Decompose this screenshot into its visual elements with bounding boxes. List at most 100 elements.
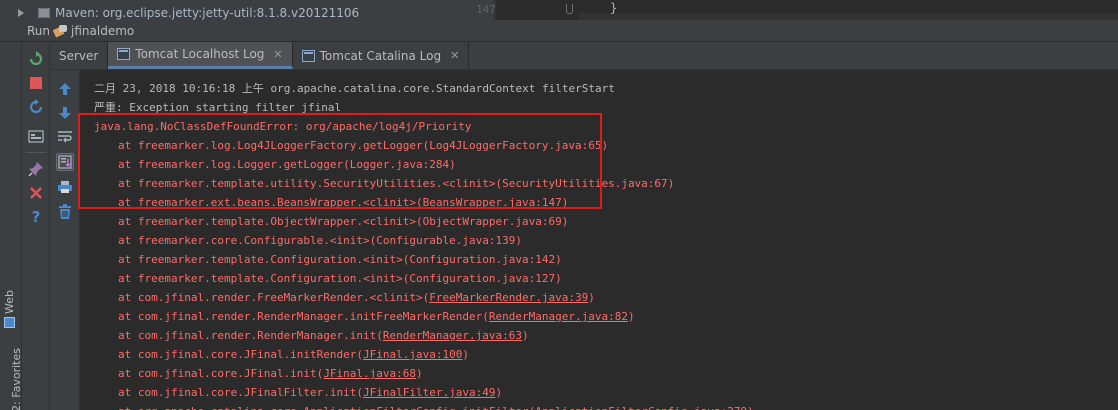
console-line: at freemarker.template.Configuration.<in… [94,269,754,288]
console-line: at freemarker.core.Configurable.<init>(C… [94,231,754,250]
stack-frame-text: at com.jfinal.render.FreeMarkerRender.<c… [118,291,430,304]
previous-occurrence-button[interactable] [56,80,74,98]
run-title-bar: Run jfinaldemo [0,20,1118,42]
console-line: at com.jfinal.core.JFinal.initRender(JFi… [94,345,754,364]
left-tool-stripe: Web 2: Favorites [0,42,23,410]
stack-frame-suffix: ) [561,215,569,228]
help-button[interactable]: ? [27,208,45,226]
source-link[interactable]: RenderManager.java:82 [489,310,628,323]
stack-frame-suffix: ) [555,272,562,285]
source-link[interactable]: BeansWrapper.java:147 [423,196,562,209]
run-config-icon [52,24,68,38]
source-link[interactable]: Configuration.java:142 [409,253,555,266]
source-link[interactable]: Configuration.java:127 [409,272,555,285]
stack-frame-suffix: ) [521,329,529,342]
tab-label: Tomcat Catalina Log [319,48,442,63]
source-link[interactable]: JFinal.java:100 [363,348,462,361]
stack-frame-suffix: ) [627,310,635,323]
stack-frame-suffix: ) [588,291,595,304]
log-file-icon [301,49,315,62]
source-link[interactable]: RenderManager.java:63 [383,329,522,342]
tree-item-label: Maven: org.eclipse.jetty:jetty-util:8.1.… [55,6,360,20]
stack-frame-text: at com.jfinal.core.JFinal.initRender( [118,348,364,361]
stack-frame-text: at freemarker.log.Log4JLoggerFactory.get… [118,139,430,152]
stack-frame-text: at freemarker.log.Logger.getLogger( [118,158,350,171]
trash-icon [59,204,71,219]
expand-arrow-icon[interactable] [18,9,24,17]
console-line: at freemarker.log.Log4JLoggerFactory.get… [94,136,754,155]
stack-frame-text: at com.jfinal.render.RenderManager.initF… [118,310,489,323]
down-arrow-icon [59,107,71,119]
stack-frame-text: at com.jfinal.core.JFinalFilter.init( [118,386,364,399]
clear-all-button[interactable] [56,203,74,221]
source-link[interactable]: JFinalFilter.java:49 [363,386,495,399]
tab-close-icon[interactable]: ✕ [450,49,459,62]
deploy-icon [28,130,44,143]
tab-tomcat-localhost-log[interactable]: Tomcat Localhost Log ✕ [108,42,293,69]
tool-tab-favorites-label: 2: Favorites [9,348,23,410]
toolbar-separator [26,152,46,153]
stack-frame-suffix: ) [462,348,470,361]
console-line: at freemarker.template.utility.SecurityU… [94,174,754,193]
console-line: at freemarker.ext.beans.BeansWrapper.<cl… [94,193,754,212]
log-file-icon [117,48,131,60]
close-button[interactable] [27,184,45,202]
source-link[interactable]: FreeMarkerRender.java:39 [429,291,588,304]
close-icon [30,187,42,199]
stack-frame-text: at freemarker.template.utility.SecurityU… [118,177,503,190]
tree-row[interactable]: Maven: org.eclipse.jetty:jetty-util:8.1.… [18,6,359,20]
stack-frame-suffix: ) [449,158,456,171]
source-link[interactable]: Logger.java:284 [350,158,449,171]
tab-tomcat-catalina-log[interactable]: Tomcat Catalina Log ✕ [293,42,470,69]
deploy-button[interactable] [27,128,45,146]
tool-tab-web[interactable]: Web [3,290,16,328]
console-line: at com.jfinal.core.JFinalFilter.init(JFi… [94,383,754,402]
pin-tab-button[interactable] [27,160,45,178]
stack-frame-text: at freemarker.ext.beans.BeansWrapper.<cl… [118,196,423,209]
update-icon [29,99,43,114]
console-output[interactable]: 二月 23, 2018 10:16:18 上午 org.apache.catal… [80,70,1118,410]
print-icon [58,181,72,193]
console-line: at freemarker.log.Logger.getLogger(Logge… [94,155,754,174]
update-button[interactable] [27,98,45,116]
tab-label: Tomcat Localhost Log [135,47,265,61]
run-toolbar: ? [22,42,50,410]
stack-frame-suffix: ) [555,253,562,266]
tab-strip: Server Tomcat Localhost Log ✕ Tomcat Cat… [50,42,1118,70]
fold-marker-icon[interactable] [566,4,573,14]
stack-frame-text: at com.jfinal.render.RenderManager.init( [118,329,383,342]
up-arrow-icon [59,83,71,95]
console-line-text: 二月 23, 2018 10:16:18 上午 org.apache.catal… [94,82,615,95]
source-link[interactable]: Log4JLoggerFactory.java:65 [429,139,601,152]
tool-tab-web-label: Web [3,290,16,314]
stack-frame-text: at freemarker.template.Configuration.<in… [118,253,410,266]
rerun-icon [29,51,43,66]
tab-close-icon[interactable]: ✕ [273,48,282,61]
stack-frame-suffix: ) [561,196,569,209]
console-line: at com.jfinal.core.JFinal.init(JFinal.ja… [94,364,754,383]
source-link[interactable]: ApplicationFilterConfig.java:279 [535,405,747,410]
print-button[interactable] [56,178,74,196]
console-line: java.lang.NoClassDefFoundError: org/apac… [94,117,754,136]
source-link[interactable]: JFinal.java:68 [323,367,416,380]
rerun-button[interactable] [27,50,45,68]
caret-line-highlight [578,13,1118,20]
soft-wrap-button[interactable] [56,128,74,146]
tab-server[interactable]: Server [50,42,109,69]
console-line: at com.jfinal.render.FreeMarkerRender.<c… [94,288,754,307]
stack-frame-suffix: ) [667,177,675,190]
scroll-to-end-button[interactable] [56,153,74,171]
console-line: at org.apache.catalina.core.ApplicationF… [94,402,754,410]
code-text[interactable]: } [610,1,617,15]
source-link[interactable]: SecurityUtilities.java:67 [502,177,668,190]
stop-button[interactable] [27,74,45,92]
pin-icon [28,162,43,177]
run-title: Run [27,23,51,38]
stop-icon [30,77,42,89]
next-occurrence-button[interactable] [56,104,74,122]
console-line: 二月 23, 2018 10:16:18 上午 org.apache.catal… [94,79,754,98]
source-link[interactable]: ObjectWrapper.java:69 [423,215,562,228]
console-line: at freemarker.template.Configuration.<in… [94,250,754,269]
stack-frame-text: at freemarker.template.ObjectWrapper.<cl… [118,215,423,228]
source-link[interactable]: Configurable.java:139 [376,234,515,247]
